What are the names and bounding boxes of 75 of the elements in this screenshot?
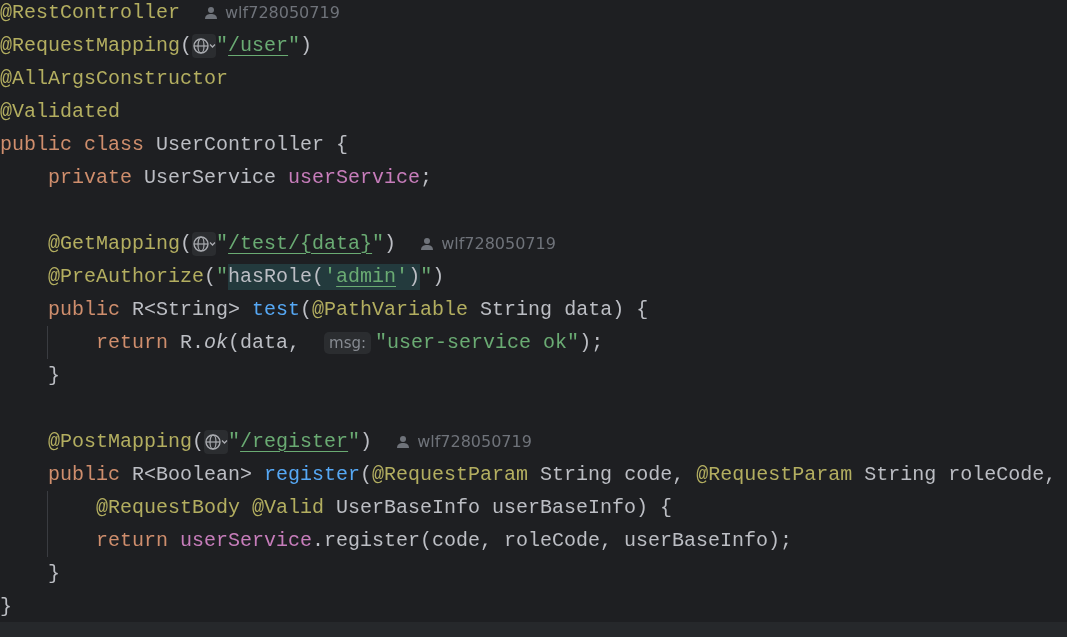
author-hint[interactable]: wlf728050719 [441,234,556,253]
code-token: public class [0,131,146,158]
person-icon [420,236,435,251]
code-token: return [96,329,169,356]
code-token: } [48,362,60,389]
code-token: @PreAuthorize [48,263,205,290]
code-token: @RequestMapping [0,32,181,59]
code-token: ) [432,263,445,290]
code-token: ) [360,428,373,455]
code-token: " [216,32,229,59]
globe-dropdown-icon[interactable] [204,429,229,454]
code-token: UserService [144,164,278,191]
code-token: return [96,527,169,554]
code-token: String roleCode, [863,461,1057,488]
code-token: String data) { [479,296,649,323]
code-token: admin [336,263,397,290]
code-token: @RequestParam [372,461,529,488]
code-token: @AllArgsConstructor [0,65,229,92]
code-token: } [0,593,12,620]
code-token: hasRole( [228,263,325,290]
author-hint[interactable]: wlf728050719 [225,3,340,22]
code-token: " [216,230,229,257]
code-token: ( [180,32,193,59]
code-token: ' [396,263,409,290]
code-token: /register [240,428,349,455]
code-token: @PathVariable [312,296,469,323]
code-token: public [48,296,121,323]
code-token: R<Boolean> [132,461,254,488]
code-token: " [216,263,229,290]
code-token: " [348,428,361,455]
code-token: " [288,32,301,59]
code-token: ok [204,329,229,356]
code-token: ); [579,329,604,356]
code-token: /test/{data} [228,230,373,257]
person-icon [396,434,411,449]
code-token: private [48,164,133,191]
globe-dropdown-icon[interactable] [192,231,217,256]
code-token: (data, [228,329,302,356]
person-icon [204,5,219,20]
code-token: .register(code, roleCode, userBaseInfo); [312,527,793,554]
code-token: " [228,428,241,455]
code-token: " [372,230,385,257]
code-token: public [48,461,121,488]
code-token: register [264,461,361,488]
code-token: " [420,263,433,290]
code-token: @PostMapping [48,428,193,455]
code-token: UserBaseInfo userBaseInfo) { [335,494,673,521]
parameter-hint: msg: [324,331,372,354]
code-token: @Validated [0,98,121,125]
code-token: ( [300,296,313,323]
code-token: UserController { [156,131,349,158]
code-token: String code, [539,461,686,488]
code-token: /user [228,32,289,59]
code-token: ) [300,32,313,59]
code-token: userService [288,164,421,191]
code-token: userService [180,527,313,554]
code-token: @GetMapping [48,230,181,257]
code-token: ( [192,428,205,455]
code-token: ( [180,230,193,257]
code-token: test [252,296,301,323]
code-token: R. [180,329,205,356]
code-token: R<String> [132,296,242,323]
code-token: } [48,560,60,587]
code-token: ' [324,263,337,290]
code-token: "user-service ok" [375,329,580,356]
code-token: @RestController [0,0,181,26]
code-token: @RequestParam [696,461,853,488]
code-token: ( [204,263,217,290]
code-token: ) [408,263,421,290]
globe-dropdown-icon[interactable] [192,33,217,58]
code-token: ) [384,230,397,257]
code-token: ; [420,164,433,191]
author-hint[interactable]: wlf728050719 [417,432,532,451]
code-token: @RequestBody @Valid [96,494,325,521]
code-token: ( [360,461,373,488]
